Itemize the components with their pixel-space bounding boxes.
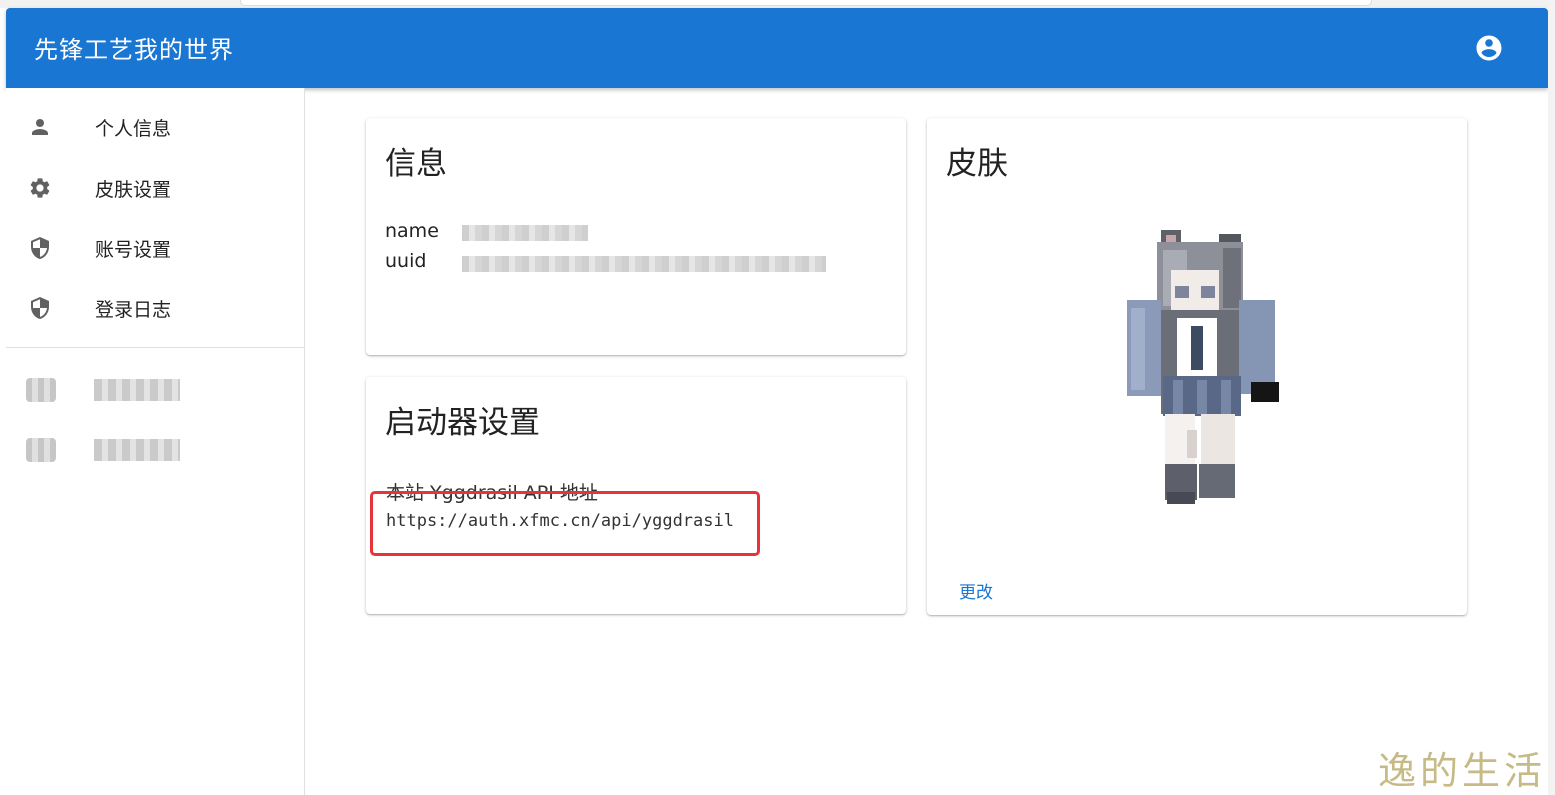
redacted-label [94, 379, 180, 401]
account-button[interactable] [1474, 33, 1504, 63]
launcher-card-title: 启动器设置 [385, 405, 540, 441]
sidebar-item-profile[interactable]: 个人信息 [6, 99, 304, 155]
redacted-icon [26, 378, 56, 402]
redacted-label [94, 439, 180, 461]
browser-address-bar[interactable] [240, 0, 1372, 6]
info-card-title: 信息 [385, 146, 447, 182]
uuid-key: uuid [385, 250, 427, 272]
sidebar-item-label: 个人信息 [95, 118, 172, 140]
shield-icon [31, 237, 49, 259]
change-skin-button[interactable]: 更改 [959, 578, 993, 603]
app-bar: 先锋工艺我的世界 [6, 8, 1548, 88]
sidebar-item-label: 账号设置 [95, 239, 172, 261]
redacted-icon [26, 438, 56, 462]
account-circle-icon [1476, 35, 1502, 61]
app-title: 先锋工艺我的世界 [34, 36, 234, 64]
sidebar-item-redacted[interactable] [6, 361, 304, 417]
skin-preview [1127, 230, 1279, 504]
browser-top-strip [0, 0, 1555, 8]
skin-card-title: 皮肤 [946, 146, 1008, 182]
highlight-box [370, 491, 760, 556]
sidebar-divider [6, 347, 304, 348]
sidebar-item-skin-settings[interactable]: 皮肤设置 [6, 160, 304, 216]
window-edge [1548, 0, 1555, 795]
info-card: 信息 name uuid [366, 118, 906, 355]
person-icon [32, 119, 48, 135]
gear-icon [30, 178, 50, 198]
sidebar-item-label: 登录日志 [95, 299, 172, 321]
sidebar-item-label: 皮肤设置 [95, 179, 172, 201]
shield-icon [31, 297, 49, 319]
sidebar-item-redacted[interactable] [6, 421, 304, 477]
sidebar-item-account-settings[interactable]: 账号设置 [6, 220, 304, 276]
sidebar: 个人信息 皮肤设置 账号设置 登录日志 [6, 88, 305, 795]
name-value-redacted [462, 225, 588, 241]
watermark-text: 逸的生活 [1378, 749, 1547, 793]
sidebar-item-login-log[interactable]: 登录日志 [6, 280, 304, 336]
name-key: name [385, 220, 439, 242]
uuid-value-redacted [462, 256, 826, 272]
skin-card: 皮肤 更改 [927, 118, 1467, 615]
